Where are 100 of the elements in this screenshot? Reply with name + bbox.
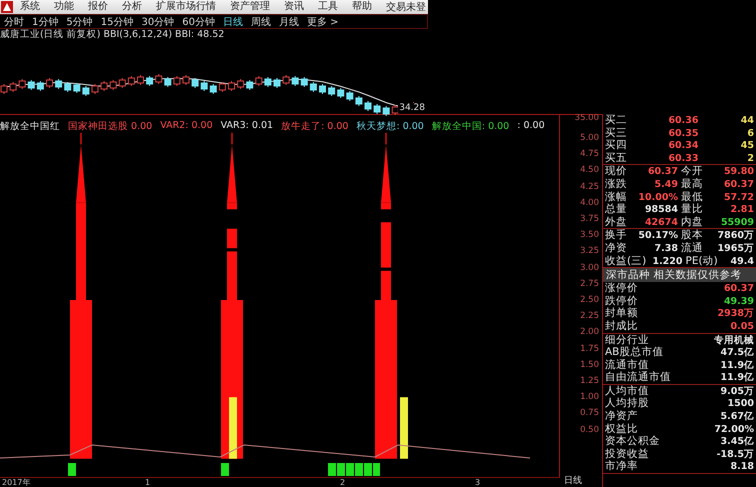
signal-marker bbox=[68, 463, 76, 476]
menu-item[interactable]: 功能 bbox=[47, 0, 81, 14]
candle bbox=[18, 78, 26, 90]
quote-label: 流通 bbox=[681, 242, 703, 255]
menu-item[interactable]: 系统 bbox=[13, 0, 47, 14]
candle bbox=[200, 80, 208, 92]
quote-label: 权益比 bbox=[605, 422, 638, 435]
y-axis-label: 4.25 bbox=[580, 182, 599, 192]
bid-volume: 2 bbox=[746, 152, 754, 165]
period-tab[interactable]: 月线 bbox=[274, 14, 303, 28]
period-tab[interactable]: 分时 bbox=[0, 14, 28, 28]
y-axis-label: 3.75 bbox=[580, 214, 599, 224]
period-tab[interactable]: 30分钟 bbox=[137, 14, 178, 28]
period-tab[interactable]: 更多 > bbox=[302, 14, 343, 28]
candle bbox=[64, 82, 72, 92]
quote-label: 股本 bbox=[681, 229, 703, 242]
quote-label: 细分行业 bbox=[605, 334, 649, 346]
candle bbox=[155, 74, 162, 84]
candle bbox=[128, 76, 135, 86]
period-tab[interactable]: 15分钟 bbox=[96, 14, 138, 28]
quote-label: 买四 bbox=[605, 139, 628, 152]
quote-value: 49.39 bbox=[722, 294, 754, 308]
signal-marker bbox=[221, 463, 229, 476]
quote-value: 2.81 bbox=[730, 203, 754, 216]
menu-item[interactable]: 报价 bbox=[81, 0, 115, 14]
menu-item[interactable]: 扩展市场行情 bbox=[149, 0, 223, 14]
quote-label: 买三 bbox=[605, 126, 628, 140]
candle bbox=[210, 84, 217, 94]
quote-value: -18.5万 bbox=[716, 448, 754, 461]
trade-status[interactable]: 交易未登 bbox=[386, 0, 428, 14]
quote-value: 60.37 bbox=[646, 165, 678, 178]
quote-value: 1965万 bbox=[716, 242, 754, 255]
quote-value: 47.5亿 bbox=[720, 346, 754, 360]
legend-item: 国家神田选股 0.00 bbox=[68, 120, 152, 133]
legend-item: VAR3: 0.01 bbox=[220, 120, 274, 133]
quote-label: 内盘 bbox=[681, 216, 703, 229]
candle bbox=[137, 74, 144, 86]
quote-label: AB股总市值 bbox=[605, 346, 664, 359]
candle bbox=[337, 88, 344, 98]
y-axis-label: 2.25 bbox=[580, 311, 599, 322]
candle bbox=[164, 76, 172, 88]
period-tab[interactable]: 日线 bbox=[218, 14, 247, 28]
quote-value: 11.9亿 bbox=[720, 358, 754, 372]
indicator-name: 解放全中国红 bbox=[0, 120, 60, 133]
y-axis-label: 1.50 bbox=[580, 360, 599, 370]
period-tab[interactable]: 60分钟 bbox=[178, 14, 219, 28]
period-tab[interactable]: 1分钟 bbox=[28, 14, 62, 28]
y-axis-label: 35.00 bbox=[574, 114, 599, 123]
candle bbox=[264, 76, 272, 88]
menu-item[interactable]: 帮助 bbox=[345, 0, 379, 14]
y-axis-label: 4.50 bbox=[580, 165, 599, 176]
quote-value: 59.80 bbox=[722, 165, 754, 178]
candle bbox=[228, 80, 235, 92]
quote-label: 净资产 bbox=[605, 410, 638, 423]
quote-label: 最低 bbox=[681, 190, 703, 203]
quote-label: 流通市值 bbox=[605, 358, 649, 371]
quote-label: 封单额 bbox=[605, 307, 638, 320]
quote-value: 专用机械 bbox=[713, 334, 754, 346]
quote-value: 1500 bbox=[726, 397, 754, 410]
quote-value: 9.05万 bbox=[720, 384, 754, 398]
candle bbox=[237, 78, 244, 90]
quote-value: 57.72 bbox=[722, 190, 754, 204]
period-tab[interactable]: 周线 bbox=[246, 14, 275, 28]
candle bbox=[92, 84, 98, 94]
quote-label: 买五 bbox=[605, 152, 628, 165]
candle bbox=[382, 106, 390, 116]
y-axis-label: 0.75 bbox=[580, 408, 599, 418]
quote-value: 0.05 bbox=[730, 320, 754, 333]
menu-item[interactable]: 工具 bbox=[311, 0, 345, 14]
candle bbox=[173, 76, 180, 86]
menu-item[interactable]: 分析 bbox=[115, 0, 149, 14]
period-tab[interactable]: 5分钟 bbox=[62, 14, 97, 28]
notice-banner: 深市品种 相关数据仅供参考 bbox=[603, 268, 756, 282]
menu-item[interactable]: 资讯 bbox=[277, 0, 311, 14]
y-axis-label: 4.75 bbox=[580, 149, 599, 160]
quote-value: 55909 bbox=[720, 216, 754, 229]
quote-value: 7.38 bbox=[654, 242, 678, 255]
y-axis-label: 3.25 bbox=[580, 246, 599, 256]
candle bbox=[55, 78, 62, 90]
y-axis-label: 1.75 bbox=[580, 344, 599, 354]
quote-value: 5.49 bbox=[654, 178, 678, 191]
y-axis-label: 0.50 bbox=[580, 424, 599, 435]
quote-label: 最高 bbox=[681, 178, 703, 191]
quote-label: 涨幅 bbox=[605, 190, 627, 204]
bid-price: 60.33 bbox=[667, 152, 698, 165]
quote-label: 自由流通市值 bbox=[605, 371, 671, 384]
legend-item: 解放全中国: 0.00 bbox=[432, 120, 510, 133]
quote-value: 60.37 bbox=[722, 282, 754, 296]
y-axis-label: 1.25 bbox=[580, 376, 599, 386]
menu-item[interactable]: 资产管理 bbox=[223, 0, 277, 14]
quote-value: 98584 bbox=[644, 203, 678, 216]
chart-title: 威唐工业(日线 前复权) BBI(3,6,12,24) BBI: 48.52 bbox=[0, 29, 226, 41]
quote-label: 外盘 bbox=[605, 216, 627, 229]
quote-value: 3.45亿 bbox=[720, 435, 754, 448]
y-axis-label: 5.00 bbox=[580, 133, 599, 143]
signal-bar bbox=[229, 397, 237, 459]
quote-value: 60.37 bbox=[722, 178, 754, 191]
quote-label: 资本公积金 bbox=[605, 435, 660, 448]
quote-label: 封成比 bbox=[605, 320, 638, 333]
quote-label: 人均市值 bbox=[605, 384, 649, 398]
